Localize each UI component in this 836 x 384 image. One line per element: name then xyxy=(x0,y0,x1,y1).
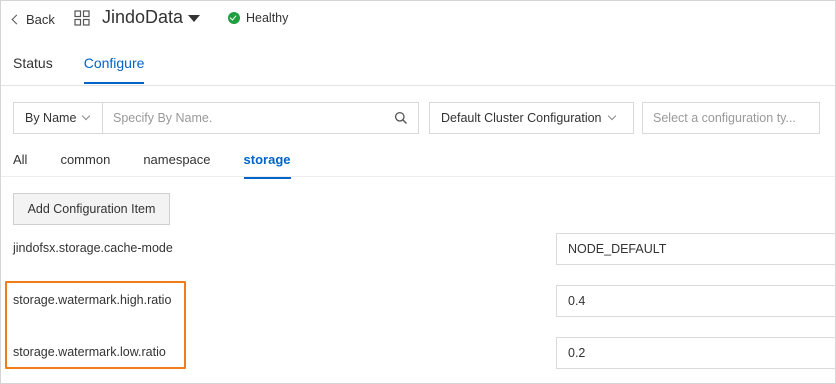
tabs-divider xyxy=(1,85,835,86)
chevron-down-icon xyxy=(607,111,616,121)
back-button[interactable]: Back xyxy=(11,10,55,28)
config-value-field[interactable]: 0.4 xyxy=(556,285,836,317)
tab-common[interactable]: common xyxy=(60,152,110,179)
config-category-tabs: All common namespace storage xyxy=(13,152,324,179)
check-circle-icon xyxy=(228,12,240,24)
tab-all[interactable]: All xyxy=(13,152,27,179)
tab-namespace[interactable]: namespace xyxy=(143,152,210,179)
health-status: Healthy xyxy=(228,11,288,25)
caret-down-icon xyxy=(188,14,201,22)
highlight-box xyxy=(5,281,186,369)
search-mode-label: By Name xyxy=(25,111,77,125)
tab-configure[interactable]: Configure xyxy=(83,55,145,84)
config-type-placeholder: Select a configuration ty... xyxy=(653,111,796,125)
search-icon[interactable] xyxy=(394,111,408,125)
chevron-down-icon xyxy=(82,111,91,121)
app-title-dropdown[interactable]: JindoData xyxy=(102,7,201,28)
back-label: Back xyxy=(26,11,55,27)
search-input[interactable]: Specify By Name. xyxy=(102,102,419,134)
chevron-left-icon xyxy=(11,14,22,25)
config-value: 0.2 xyxy=(568,346,586,360)
config-value-field[interactable]: 0.2 xyxy=(556,337,836,369)
tab-status[interactable]: Status xyxy=(13,55,53,84)
main-tabs: Status Configure xyxy=(13,55,145,84)
grid-icon[interactable] xyxy=(74,10,90,26)
tab-storage[interactable]: storage xyxy=(243,152,291,179)
cluster-config-select[interactable]: Default Cluster Configuration xyxy=(429,102,634,134)
config-type-select[interactable]: Select a configuration ty... xyxy=(642,102,820,134)
config-value: NODE_DEFAULT xyxy=(568,242,667,256)
add-configuration-item-button[interactable]: Add Configuration Item xyxy=(13,193,170,225)
cluster-config-label: Default Cluster Configuration xyxy=(441,111,602,125)
search-placeholder: Specify By Name. xyxy=(113,111,213,125)
health-label: Healthy xyxy=(246,11,289,25)
app-title: JindoData xyxy=(102,7,184,27)
config-key: jindofsx.storage.cache-mode xyxy=(13,241,173,255)
sub-tabs-divider xyxy=(1,176,835,177)
config-value-field[interactable]: NODE_DEFAULT xyxy=(556,233,836,265)
search-mode-select[interactable]: By Name xyxy=(13,102,103,134)
config-value: 0.4 xyxy=(568,294,586,308)
